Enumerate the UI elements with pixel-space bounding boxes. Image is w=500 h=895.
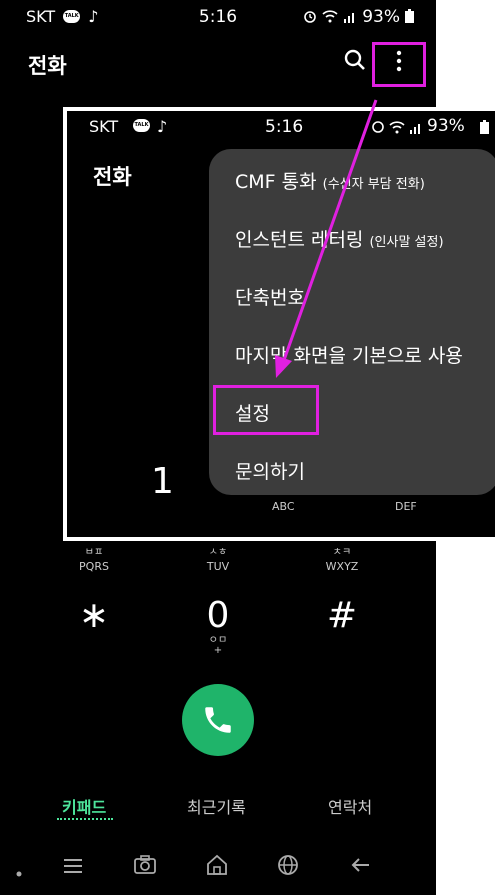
pointer-arrow [275, 99, 378, 378]
